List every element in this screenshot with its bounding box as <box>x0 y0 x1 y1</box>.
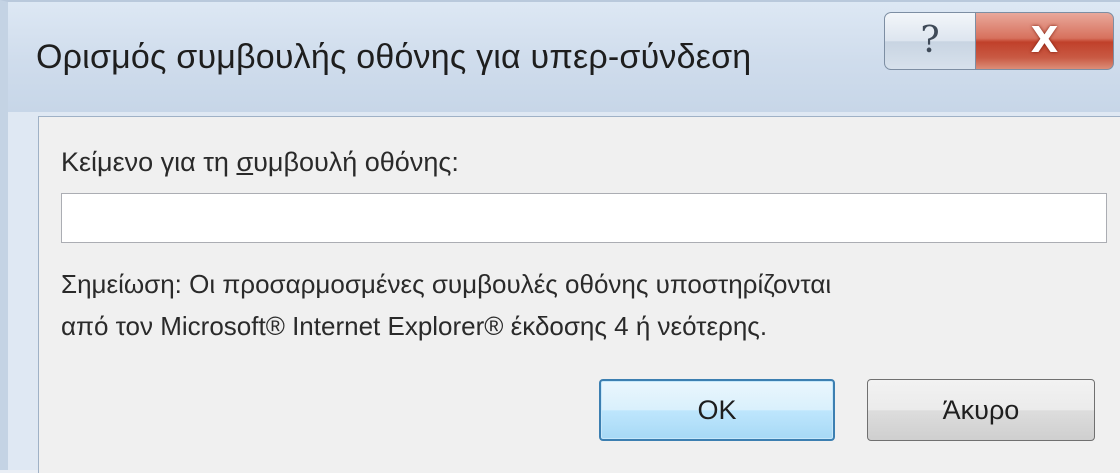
screentip-text-input[interactable] <box>61 193 1107 243</box>
help-icon: ? <box>920 20 940 61</box>
dialog-body: Κείμενο για τη συμβουλή οθόνης: Σημείωση… <box>38 116 1120 473</box>
label-mnemonic: σ <box>236 147 254 177</box>
close-icon: X <box>1030 20 1059 61</box>
screentip-text-label: Κείμενο για τη συμβουλή οθόνης: <box>61 147 459 178</box>
cancel-button[interactable]: Άκυρο <box>867 379 1095 441</box>
ok-button[interactable]: OK <box>599 379 835 441</box>
note-line-1: Σημείωση: Οι προσαρμοσμένες συμβουλές οθ… <box>61 269 832 299</box>
label-suffix: υμβουλή οθόνης: <box>253 147 459 177</box>
note-text: Σημείωση: Οι προσαρμοσμένες συμβουλές οθ… <box>61 263 1111 347</box>
label-prefix: Κείμενο για τη <box>61 147 237 177</box>
title-bar[interactable]: Ορισμός συμβουλής οθόνης για υπερ-σύνδεσ… <box>8 2 1120 112</box>
help-button[interactable]: ? <box>884 12 976 70</box>
dialog-window: Ορισμός συμβουλής οθόνης για υπερ-σύνδεσ… <box>0 0 1120 473</box>
close-button[interactable]: X <box>976 12 1114 70</box>
note-line-2: από τον Microsoft® Internet Explorer® έκ… <box>61 311 768 341</box>
caption-buttons: ? X <box>884 12 1116 72</box>
dialog-title: Ορισμός συμβουλής οθόνης για υπερ-σύνδεσ… <box>36 38 752 76</box>
